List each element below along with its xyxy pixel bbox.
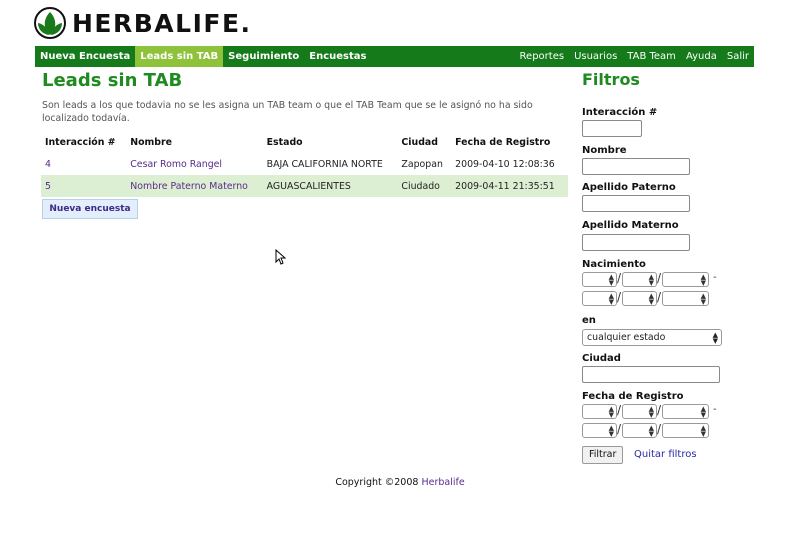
main-navbar: Nueva Encuesta Leads sin TAB Seguimiento… [35, 46, 754, 67]
spinner-arrows-icon: ▲ ▼ [608, 405, 614, 419]
materno-label: Apellido Materno [582, 220, 679, 231]
nav-nueva-encuesta[interactable]: Nueva Encuesta [35, 46, 135, 67]
spinner-arrows-icon: ▲ ▼ [700, 273, 706, 287]
page-title: Leads sin TAB [42, 70, 183, 91]
fecha-desde-dia-select[interactable]: ▲ ▼ [582, 404, 617, 419]
fecha-desde-anio-select[interactable]: ▲ ▼ [662, 404, 709, 419]
fecha-hasta-mes-select[interactable]: ▲ ▼ [622, 423, 657, 438]
table-header-row: Interacción # Nombre Estado Ciudad Fecha… [41, 132, 568, 153]
filters-title: Filtros [582, 70, 640, 89]
estado-cell: BAJA CALIFORNIA NORTE [266, 158, 383, 170]
spinner-arrows-icon: ▲ ▼ [700, 292, 706, 306]
estado-cell: AGUASCALIENTES [262, 175, 398, 197]
apellido-paterno-input[interactable] [582, 195, 690, 212]
nacimiento-hasta-dia-select[interactable]: ▲ ▼ [582, 291, 617, 306]
nav-tab-team[interactable]: TAB Team [622, 46, 681, 67]
nombre-label: Nombre [582, 145, 627, 156]
page-description: Son leads a los que todavia no se les as… [42, 100, 533, 124]
ciudad-cell: Zapopan [401, 158, 443, 170]
interaccion-label: Interacción # [582, 107, 658, 118]
interaccion-input[interactable] [582, 120, 642, 137]
apellido-materno-input[interactable] [582, 234, 690, 251]
nacimiento-desde-dia-select[interactable]: ▲ ▼ [582, 272, 617, 287]
interaccion-link[interactable]: 5 [45, 181, 51, 192]
spinner-arrows-icon: ▲ ▼ [700, 424, 706, 438]
fecha-cell: 2009-04-10 12:08:36 [455, 158, 555, 170]
header-estado: Estado [266, 137, 303, 148]
footer: Copyright ©2008 Herbalife [0, 477, 800, 488]
nav-reportes[interactable]: Reportes [515, 46, 570, 67]
copyright-text: Copyright ©2008 [335, 477, 422, 488]
header-nombre: Nombre [130, 137, 172, 148]
ciudad-label: Ciudad [582, 353, 621, 364]
spinner-arrows-icon: ▲ ▼ [700, 405, 706, 419]
table-row: 4 Cesar Romo Rangel BAJA CALIFORNIA NORT… [41, 153, 568, 175]
ciudad-cell: Ciudado [397, 175, 452, 197]
nacimiento-hasta-mes-select[interactable]: ▲ ▼ [622, 291, 657, 306]
nombre-link[interactable]: Cesar Romo Rangel [130, 159, 222, 170]
footer-herbalife-link[interactable]: Herbalife [421, 477, 464, 488]
leaf-logo-icon [34, 7, 66, 39]
fecha-cell: 2009-04-11 21:35:51 [451, 175, 568, 197]
table-row: 5 Nombre Paterno Materno AGUASCALIENTES … [41, 175, 568, 197]
nacimiento-label: Nacimiento [582, 259, 646, 270]
fecha-hasta-anio-select[interactable]: ▲ ▼ [662, 423, 709, 438]
header-interaccion: Interacción # [45, 137, 116, 148]
nav-encuestas[interactable]: Encuestas [304, 46, 371, 67]
spinner-arrows-icon: ▲ ▼ [648, 405, 654, 419]
spinner-arrows-icon: ▲ ▼ [608, 424, 614, 438]
en-label: en [582, 315, 596, 326]
spinner-arrows-icon: ▲ ▼ [608, 273, 614, 287]
nacimiento-hasta-anio-select[interactable]: ▲ ▼ [662, 291, 709, 306]
spinner-arrows-icon: ▲ ▼ [712, 331, 718, 345]
nav-seguimiento[interactable]: Seguimiento [223, 46, 304, 67]
nav-leads-sin-tab[interactable]: Leads sin TAB [135, 46, 224, 67]
ciudad-input[interactable] [582, 366, 720, 383]
nombre-link[interactable]: Nombre Paterno Materno [130, 181, 248, 192]
nacimiento-desde-anio-select[interactable]: ▲ ▼ [662, 272, 709, 287]
leads-table: Interacción # Nombre Estado Ciudad Fecha… [41, 132, 568, 197]
herbalife-logo: HERBALIFE. [34, 6, 252, 40]
header-ciudad: Ciudad [401, 137, 438, 148]
nombre-input[interactable] [582, 158, 690, 175]
fecha-registro-label: Fecha de Registro [582, 391, 684, 402]
nacimiento-desde-mes-select[interactable]: ▲ ▼ [622, 272, 657, 287]
filters-panel: Filtros Interacción # Nombre Apellido Pa… [582, 70, 782, 464]
spinner-arrows-icon: ▲ ▼ [608, 292, 614, 306]
fecha-hasta-dia-select[interactable]: ▲ ▼ [582, 423, 617, 438]
brand-name: HERBALIFE. [72, 8, 252, 38]
estado-select[interactable]: cualquier estado ▲ ▼ [582, 329, 722, 346]
header-fecha: Fecha de Registro [455, 137, 551, 148]
estado-select-value: cualquier estado [587, 332, 666, 343]
quitar-filtros-link[interactable]: Quitar filtros [634, 449, 697, 460]
paterno-label: Apellido Paterno [582, 182, 676, 193]
spinner-arrows-icon: ▲ ▼ [648, 292, 654, 306]
interaccion-link[interactable]: 4 [45, 159, 51, 170]
nav-ayuda[interactable]: Ayuda [681, 46, 722, 67]
spinner-arrows-icon: ▲ ▼ [648, 273, 654, 287]
mouse-pointer-icon [275, 249, 286, 265]
spinner-arrows-icon: ▲ ▼ [648, 424, 654, 438]
fecha-desde-mes-select[interactable]: ▲ ▼ [622, 404, 657, 419]
filtrar-button[interactable]: Filtrar [582, 446, 624, 464]
nueva-encuesta-button[interactable]: Nueva encuesta [42, 199, 138, 219]
nav-salir[interactable]: Salir [722, 46, 754, 67]
nav-usuarios[interactable]: Usuarios [569, 46, 622, 67]
